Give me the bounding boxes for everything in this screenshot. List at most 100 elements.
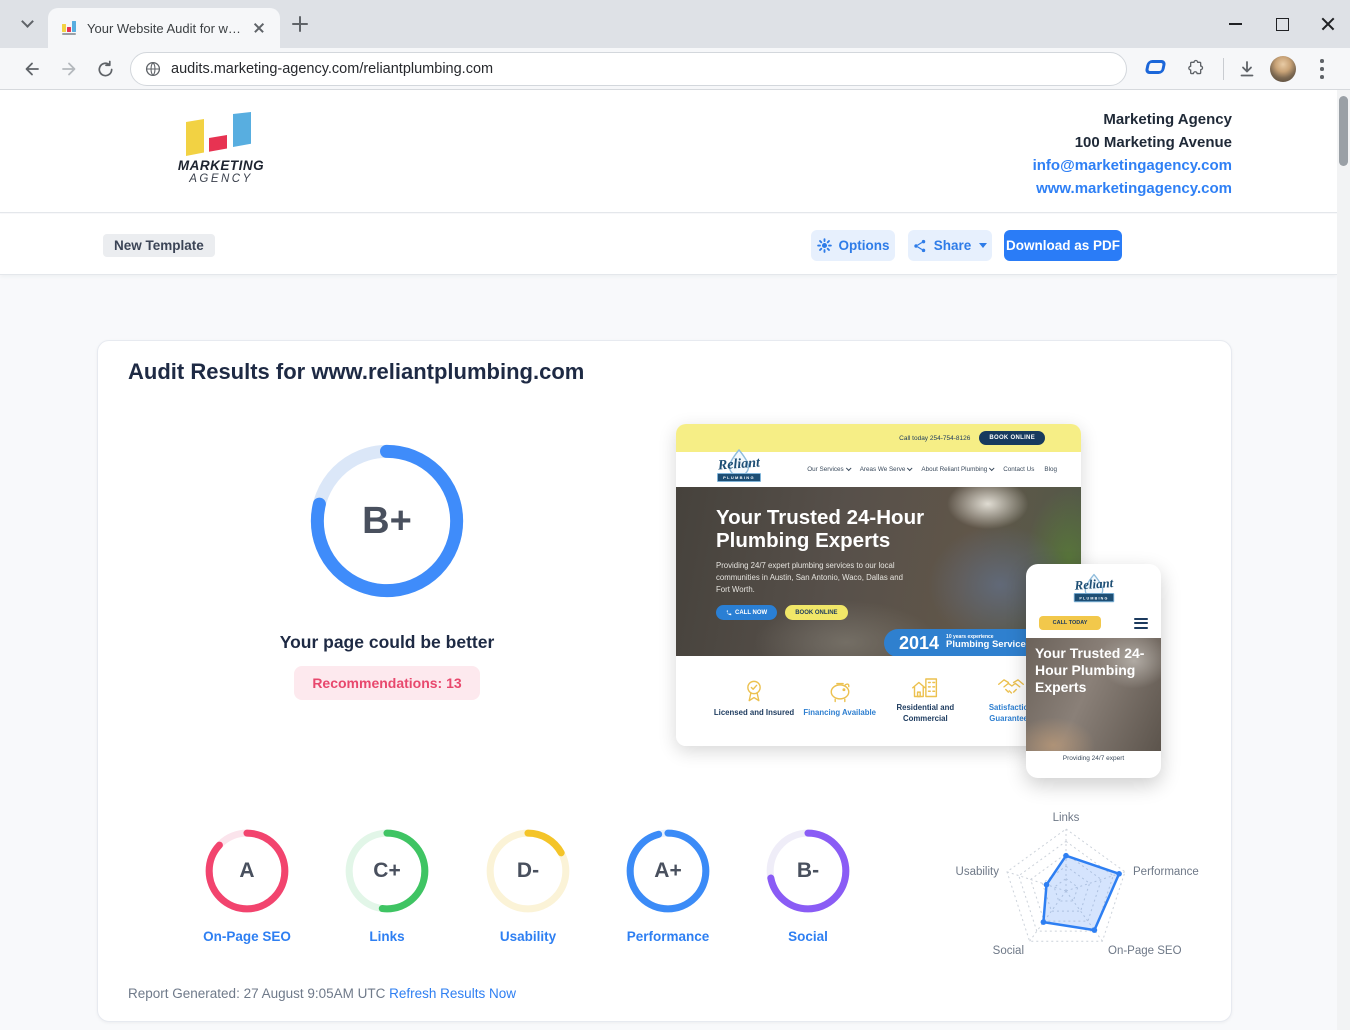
site-info-globe-icon[interactable] [145, 61, 161, 77]
preview-nav-item: Our Services [807, 466, 849, 473]
audit-results-card: Audit Results for www.reliantplumbing.co… [97, 340, 1232, 1022]
browser-window: Your Website Audit for www.rel audits.ma… [0, 0, 1350, 1030]
agency-name: Marketing Agency [1033, 108, 1232, 131]
extensions-puzzle-icon[interactable] [1180, 55, 1208, 83]
favicon-barchart-icon [62, 20, 78, 36]
share-button[interactable]: Share [908, 230, 992, 261]
action-bar: New Template Options Share [0, 214, 1337, 275]
performance-link[interactable]: Performance [627, 929, 710, 944]
browser-menu-icon[interactable] [1315, 57, 1329, 81]
score-usability: D- Usability [473, 827, 583, 946]
agency-contact-block: Marketing Agency 100 Marketing Avenue in… [1033, 108, 1232, 200]
barchart-logo-icon [176, 112, 266, 158]
page-body: MARKETING AGENCY Marketing Agency 100 Ma… [0, 90, 1337, 1030]
chevron-down-icon [979, 243, 987, 248]
minimize-button[interactable] [1228, 16, 1244, 32]
preview-nav-item: Areas We Serve [860, 466, 912, 473]
score-social: B- Social [753, 827, 863, 946]
refresh-results-link[interactable]: Refresh Results Now [389, 986, 516, 1001]
banner-year: 2014 [899, 633, 939, 654]
page-scrollbar [1337, 90, 1350, 1030]
forward-button[interactable] [55, 55, 83, 83]
piggy-bank-icon [826, 677, 854, 705]
reliant-logo: Reliant PLUMBING [706, 454, 772, 486]
desktop-site-preview: Call today 254-754-8126 BOOK ONLINE Reli… [676, 424, 1081, 746]
preview-hero-heading: Your Trusted 24-Hour Plumbing Experts [716, 507, 941, 553]
preview-nav-links: Our Services Areas We Serve About Relian… [807, 466, 1057, 473]
svg-text:Performance: Performance [1133, 866, 1199, 878]
options-button[interactable]: Options [811, 230, 895, 261]
handshake-icon [996, 672, 1026, 700]
svg-text:On-Page SEO: On-Page SEO [1108, 945, 1182, 957]
logo-sub: AGENCY [173, 173, 269, 185]
report-generated-text: Report Generated: 27 August 9:05AM UTC [128, 986, 385, 1001]
tab-strip: Your Website Audit for www.rel [0, 0, 1350, 48]
feature-financing: Financing Available [798, 677, 882, 719]
mobile-hero: Your Trusted 24-Hour Plumbing Experts [1026, 638, 1161, 751]
page-title: Audit Results for www.reliantplumbing.co… [128, 359, 584, 385]
scrollbar-thumb[interactable] [1339, 96, 1348, 166]
preview-nav-item: About Reliant Plumbing [921, 466, 993, 473]
profile-avatar[interactable] [1270, 56, 1296, 82]
usability-link[interactable]: Usability [500, 929, 556, 944]
svg-text:Usability: Usability [956, 866, 1000, 878]
report-footer: Report Generated: 27 August 9:05AM UTC R… [128, 986, 516, 1001]
overall-grade-gauge: B+ [306, 440, 468, 602]
onpage-seo-link[interactable]: On-Page SEO [203, 929, 291, 944]
tab-search-chevron-icon[interactable] [22, 17, 32, 27]
buildings-icon [910, 672, 940, 700]
agency-website-link[interactable]: www.marketingagency.com [1033, 177, 1232, 200]
tab-close-icon[interactable] [251, 20, 267, 36]
score-links: C+ Links [332, 827, 442, 946]
mobile-tail-text: Providing 24/7 expert [1026, 755, 1161, 762]
preview-nav-item: Contact Us [1003, 466, 1034, 473]
recommendations-wrap: Recommendations: 13 [237, 666, 537, 700]
downloads-icon[interactable] [1233, 55, 1261, 83]
close-window-button[interactable] [1320, 16, 1336, 32]
gear-icon [817, 238, 832, 253]
social-link[interactable]: Social [788, 929, 828, 944]
medal-icon [740, 677, 768, 705]
preview-hero-text: Providing 24/7 expert plumbing services … [716, 560, 914, 596]
feature-licensed: Licensed and Insured [712, 677, 796, 719]
reliant-logo-name: Reliant [706, 454, 773, 475]
url-text: audits.marketing-agency.com/reliantplumb… [171, 61, 493, 77]
agency-address: 100 Marketing Avenue [1033, 131, 1232, 154]
new-template-chip[interactable]: New Template [103, 234, 215, 257]
browser-tab[interactable]: Your Website Audit for www.rel [48, 8, 280, 48]
agency-email-link[interactable]: info@marketingagency.com [1033, 154, 1232, 177]
banner-large-text: Plumbing Services [946, 640, 1031, 651]
preview-book-online-pill: BOOK ONLINE [979, 431, 1045, 445]
new-tab-button[interactable] [290, 14, 310, 34]
svg-text:Social: Social [993, 945, 1024, 957]
back-button[interactable] [18, 55, 46, 83]
links-link[interactable]: Links [369, 929, 404, 944]
maximize-button[interactable] [1274, 16, 1290, 32]
onpage-seo-gauge: A [203, 827, 291, 915]
share-label: Share [934, 238, 972, 253]
performance-gauge: A+ [624, 827, 712, 915]
marketing-agency-logo: MARKETING AGENCY [173, 112, 269, 185]
options-label: Options [839, 238, 890, 253]
logo-name: MARKETING [173, 158, 269, 173]
preview-nav-item: Blog [1044, 466, 1057, 473]
phone-icon [726, 610, 732, 616]
download-pdf-button[interactable]: Download as PDF [1004, 230, 1122, 261]
url-bar[interactable]: audits.marketing-agency.com/reliantplumb… [130, 52, 1127, 86]
mobile-call-today-button: CALL TODAY [1039, 616, 1101, 630]
svg-text:Links: Links [1053, 812, 1080, 824]
share-icon [913, 239, 927, 253]
preview-book-online-button: BOOK ONLINE [785, 605, 847, 620]
social-gauge: B- [764, 827, 852, 915]
site-header: MARKETING AGENCY Marketing Agency 100 Ma… [0, 90, 1337, 213]
mobile-site-preview: Reliant PLUMBING CALL TODAY Your Trusted… [1026, 564, 1161, 778]
reload-button[interactable] [91, 55, 119, 83]
hamburger-menu-icon [1134, 618, 1148, 629]
overall-message: Your page could be better [237, 632, 537, 653]
score-onpage-seo: A On-Page SEO [192, 827, 302, 946]
window-controls [1228, 0, 1336, 48]
mobile-hero-heading: Your Trusted 24-Hour Plumbing Experts [1035, 645, 1152, 695]
category-radar-chart: Links Performance On-Page SEO Social Usabili… [946, 796, 1236, 971]
score-performance: A+ Performance [613, 827, 723, 946]
recommendations-badge[interactable]: Recommendations: 13 [294, 666, 479, 700]
